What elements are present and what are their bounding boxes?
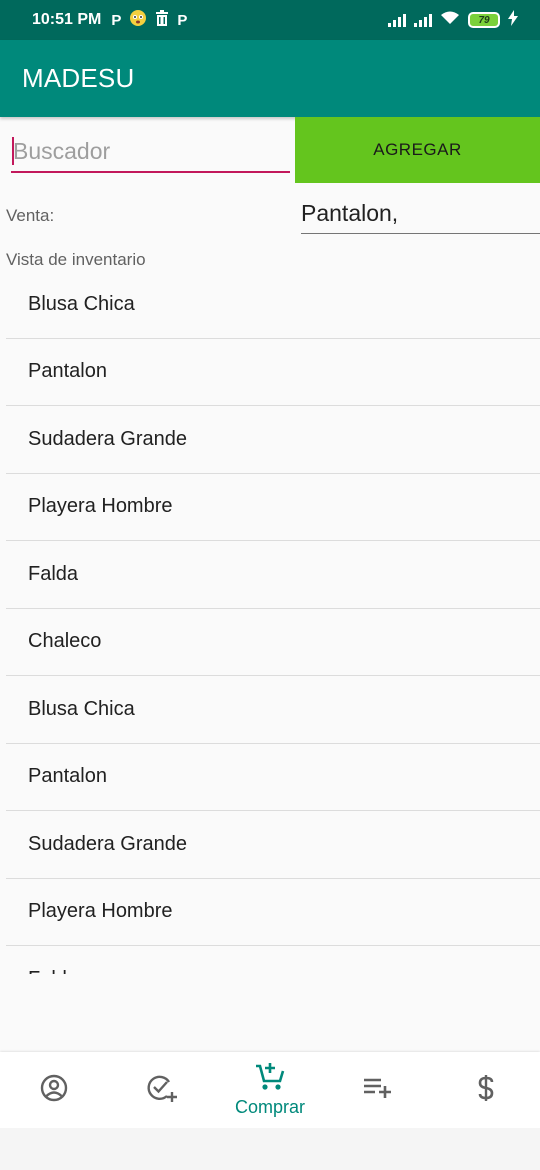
charging-icon xyxy=(508,9,518,31)
bottom-navigation: Comprar xyxy=(0,1052,540,1128)
account-circle-icon xyxy=(39,1073,69,1108)
app-bar: MADESU xyxy=(0,40,540,117)
inventory-label: Vista de inventario xyxy=(6,250,146,269)
list-item[interactable]: Falda xyxy=(6,946,540,974)
dollar-icon xyxy=(476,1073,496,1108)
p-app-icon: P xyxy=(111,11,122,29)
nav-item-playlist-add[interactable] xyxy=(324,1052,432,1128)
nav-item-check-add[interactable] xyxy=(108,1052,216,1128)
venta-label: Venta: xyxy=(6,206,55,225)
p-app-icon: P xyxy=(177,11,188,29)
signal-icon xyxy=(414,13,432,27)
trash-icon xyxy=(155,10,169,30)
emoji-icon xyxy=(129,9,147,31)
list-item[interactable]: Falda xyxy=(6,541,540,609)
list-item[interactable]: Sudadera Grande xyxy=(6,406,540,474)
list-item[interactable]: Pantalon xyxy=(6,744,540,811)
nav-item-comprar[interactable]: Comprar xyxy=(216,1052,324,1128)
cart-add-icon xyxy=(254,1062,286,1097)
list-item[interactable]: Blusa Chica xyxy=(6,676,540,744)
system-navigation-area xyxy=(0,1128,540,1170)
app-title: MADESU xyxy=(22,63,135,93)
search-input[interactable] xyxy=(11,131,290,173)
list-item[interactable]: Sudadera Grande xyxy=(6,811,540,879)
venta-field[interactable]: Pantalon, xyxy=(301,196,540,234)
nav-label-comprar: Comprar xyxy=(234,1097,305,1117)
inventory-list[interactable]: Blusa Chica Pantalon Sudadera Grande Pla… xyxy=(6,271,540,974)
nav-item-account[interactable] xyxy=(0,1052,108,1128)
nav-item-dollar[interactable] xyxy=(432,1052,540,1128)
battery-icon: 79 xyxy=(468,12,500,28)
text-cursor xyxy=(12,137,14,165)
search-row: AGREGAR xyxy=(0,117,540,183)
list-item[interactable]: Blusa Chica xyxy=(6,271,540,339)
wifi-icon xyxy=(440,10,460,30)
signal-icon xyxy=(388,13,406,27)
status-bar: 10:51 PM P P 79 xyxy=(0,0,540,40)
add-button[interactable]: AGREGAR xyxy=(295,117,540,183)
notification-icons: P P xyxy=(111,9,187,31)
list-item[interactable]: Playera Hombre xyxy=(6,879,540,946)
status-time: 10:51 PM xyxy=(32,11,102,28)
check-add-icon xyxy=(145,1073,179,1108)
system-icons: 79 xyxy=(388,9,518,31)
list-item[interactable]: Chaleco xyxy=(6,609,540,676)
list-item[interactable]: Pantalon xyxy=(6,339,540,406)
list-item[interactable]: Playera Hombre xyxy=(6,474,540,541)
playlist-add-icon xyxy=(363,1076,393,1105)
